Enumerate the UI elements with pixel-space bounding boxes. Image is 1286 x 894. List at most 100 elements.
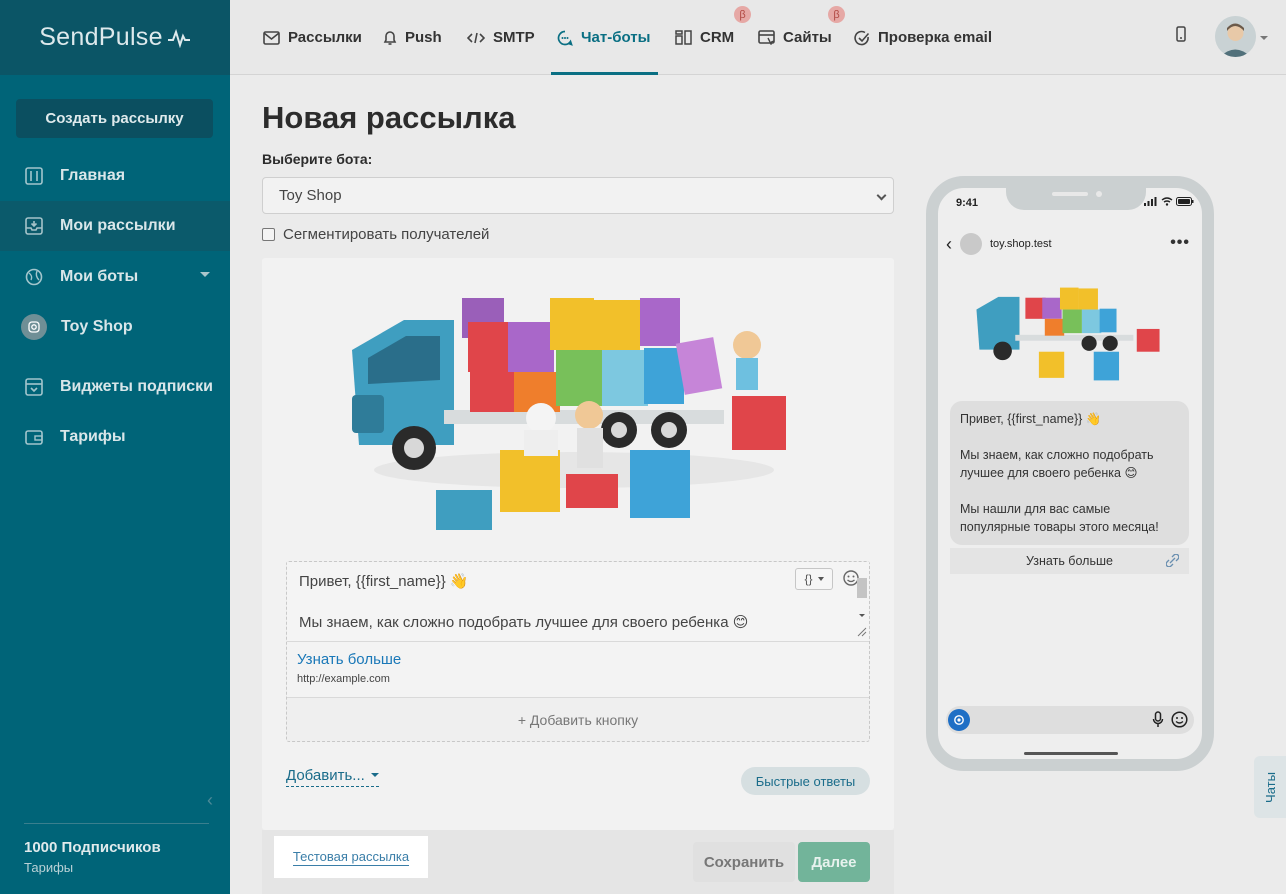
mobile-app-icon[interactable] (1176, 26, 1186, 47)
preview-toy-image (976, 287, 1160, 381)
instagram-icon (21, 314, 47, 340)
variables-dropdown[interactable]: {} (795, 568, 833, 590)
bell-icon (383, 30, 397, 46)
phone-chat-header: ‹ toy.shop.test ••• (946, 232, 1194, 256)
segment-checkbox[interactable] (262, 228, 275, 241)
preview-input-bar (946, 706, 1194, 734)
user-avatar[interactable] (1215, 16, 1256, 57)
sidebar-item-my-bots[interactable]: Мои боты (0, 252, 230, 302)
camera-icon (948, 709, 970, 731)
chevron-down-icon (876, 190, 887, 201)
tab-label: Push (405, 29, 442, 46)
tab-sites[interactable]: Сайты (758, 0, 832, 75)
sidebar-item-label: Тарифы (60, 428, 126, 445)
tab-label: CRM (700, 29, 735, 46)
phone-notch (1006, 176, 1146, 210)
tab-label: Сайты (783, 29, 832, 46)
crm-beta-badge: β (734, 6, 751, 23)
contact-name: toy.shop.test (990, 238, 1052, 250)
message-line: Мы знаем, как сложно подобрать лучшее дл… (299, 614, 749, 631)
inbox-icon (24, 216, 44, 236)
add-more-dropdown[interactable]: Добавить... (286, 767, 379, 787)
chevron-down-icon (817, 577, 824, 581)
tab-push[interactable]: Push (383, 0, 442, 75)
bot-select[interactable]: Toy Shop (262, 177, 894, 214)
sidebar-item-toy-shop[interactable]: Toy Shop (0, 302, 230, 352)
preview-message-line: Привет, {{first_name}} 👋 (960, 412, 1102, 426)
sidebar-item-home[interactable]: Главная (0, 151, 230, 201)
page-title: Новая рассылка (262, 100, 516, 135)
segment-recipients[interactable]: Сегментировать получателей (262, 226, 489, 243)
message-editor: Привет, {{first_name}} 👋 Мы знаем, как с… (286, 561, 870, 742)
sites-beta-badge: β (828, 6, 845, 23)
user-avatar-icon (1215, 16, 1256, 57)
wifi-icon (1161, 197, 1173, 206)
bot-select-value: Toy Shop (279, 187, 342, 204)
message-button-row[interactable]: Узнать больше http://example.com (287, 642, 869, 698)
more-options-icon[interactable]: ••• (1170, 234, 1190, 252)
site-icon (758, 30, 775, 45)
preview-message-bubble: Привет, {{first_name}} 👋 Мы знаем, как с… (950, 401, 1189, 545)
tab-label: SMTP (493, 29, 535, 46)
tariffs-link[interactable]: Тарифы (24, 860, 73, 875)
chat-icon (557, 30, 573, 46)
chats-side-tab[interactable]: Чаты (1254, 756, 1286, 818)
next-button[interactable]: Далее (798, 842, 870, 882)
globe-icon (24, 267, 44, 287)
save-button[interactable]: Сохранить (693, 842, 795, 882)
test-send-label: Тестовая рассылка (292, 848, 410, 866)
phone-status-icons (1144, 197, 1194, 206)
message-button-title[interactable]: Узнать больше (297, 651, 859, 668)
add-button[interactable]: + Добавить кнопку (287, 699, 869, 741)
link-icon (1165, 553, 1180, 570)
contact-avatar (960, 233, 982, 255)
preview-message-line: Мы знаем, как сложно подобрать лучшее дл… (960, 448, 1154, 480)
chevron-down-icon[interactable] (1260, 36, 1268, 40)
check-icon (854, 30, 870, 46)
wallet-icon (24, 427, 44, 447)
collapse-sidebar-icon[interactable]: ‹ (207, 790, 213, 811)
tab-campaigns[interactable]: Рассылки (263, 0, 362, 75)
pulse-icon (167, 28, 190, 48)
textarea-scrollbar[interactable] (856, 576, 867, 638)
sendpulse-logo[interactable]: SendPulse (0, 0, 230, 75)
battery-icon (1176, 197, 1194, 206)
preview-message-line: Мы нашли для вас самые популярные товары… (960, 502, 1159, 534)
toy-truck-image[interactable] (344, 280, 794, 536)
crm-icon (675, 30, 692, 45)
chats-label: Чаты (1262, 771, 1278, 803)
sliders-icon (24, 166, 44, 186)
sidebar-item-label: Мои рассылки (60, 217, 176, 234)
widget-icon (24, 377, 44, 397)
subscribers-count: 1000 Подписчиков (24, 839, 161, 856)
signal-icon (1144, 197, 1157, 206)
sidebar-item-tariffs[interactable]: Тарифы (0, 412, 230, 462)
sidebar-item-label: Главная (60, 167, 126, 184)
back-arrow-icon[interactable]: ‹ (946, 234, 952, 255)
quick-replies-button[interactable]: Быстрые ответы (741, 767, 870, 795)
preview-button-label: Узнать больше (1026, 554, 1113, 568)
bot-select-label: Выберите бота: (262, 151, 373, 167)
sidebar-divider (24, 823, 209, 824)
sidebar-item-label: Виджеты подписки (60, 378, 213, 395)
tab-label: Чат-боты (581, 29, 651, 46)
tab-email-verification[interactable]: Проверка email (854, 0, 992, 75)
segment-label: Сегментировать получателей (283, 226, 490, 243)
tab-label: Проверка email (878, 29, 993, 46)
top-navigation: Рассылки Push SMTP Чат-боты CRM β Сайты … (230, 0, 1286, 75)
brand-name: SendPulse (39, 23, 163, 51)
sidebar-item-my-campaigns[interactable]: Мои рассылки (0, 201, 230, 251)
sidebar-item-widgets[interactable]: Виджеты подписки (0, 362, 230, 412)
tab-label: Рассылки (288, 29, 362, 46)
create-campaign-button[interactable]: Создать рассылку (16, 99, 213, 138)
message-line: Привет, {{first_name}} 👋 (299, 573, 469, 590)
tab-crm[interactable]: CRM (675, 0, 734, 75)
tab-chatbots[interactable]: Чат-боты (550, 0, 659, 75)
message-textarea[interactable]: Привет, {{first_name}} 👋 Мы знаем, как с… (287, 562, 869, 642)
tab-smtp[interactable]: SMTP (467, 0, 535, 75)
preview-button: Узнать больше (950, 548, 1189, 574)
phone-preview: 9:41 ‹ toy.shop.test ••• Привет, {{first… (926, 176, 1214, 771)
sidebar-item-label: Мои боты (60, 268, 139, 285)
test-send-button[interactable]: Тестовая рассылка (274, 836, 428, 878)
microphone-icon (1152, 711, 1164, 733)
